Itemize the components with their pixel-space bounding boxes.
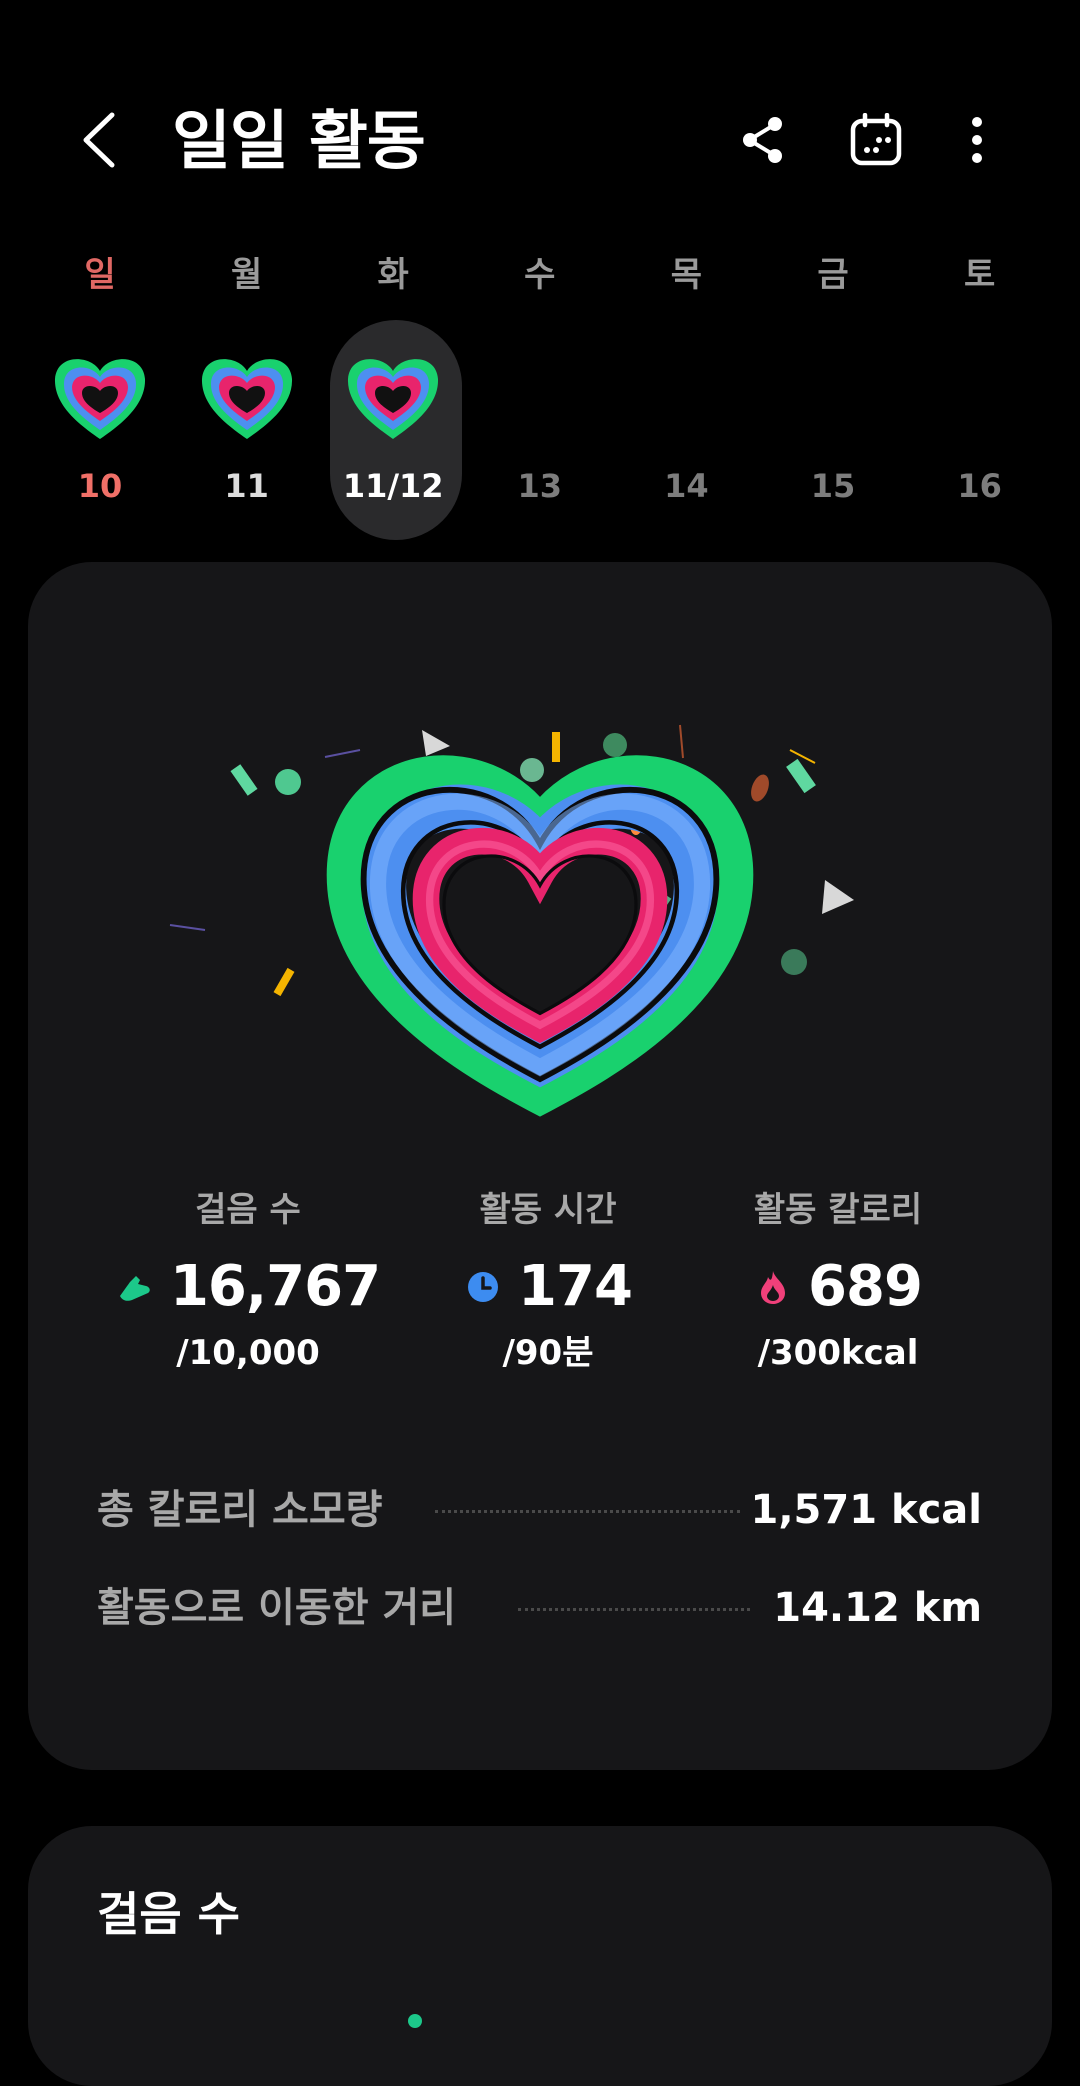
share-icon — [743, 117, 782, 163]
day-activity-heart-icon — [47, 349, 153, 447]
dotted-leader — [435, 1510, 740, 1513]
total-calories-value: 1,571 kcal — [750, 1487, 982, 1533]
more-vert-icon — [972, 117, 982, 163]
day-14[interactable]: 목 14 — [626, 250, 746, 540]
weekday-label: 목 — [670, 255, 703, 295]
share-button[interactable] — [733, 110, 793, 170]
calendar-button[interactable] — [846, 110, 906, 170]
day-date: 13 — [517, 467, 563, 505]
distance-value: 14.12 km — [773, 1585, 982, 1631]
weekday-label: 수 — [524, 255, 556, 295]
steps-chart-marker — [408, 2014, 422, 2028]
weekday-label: 토 — [963, 255, 996, 295]
day-13[interactable]: 수 13 — [480, 250, 600, 540]
stat-value-row: 16,767 — [78, 1252, 418, 1322]
back-button[interactable] — [70, 105, 130, 175]
clock-icon — [464, 1268, 502, 1306]
weekday-label: 화 — [377, 255, 409, 295]
day-15[interactable]: 금 15 — [773, 250, 893, 540]
stat-value: 16,767 — [169, 1254, 381, 1319]
day-10[interactable]: 일 10 — [40, 250, 160, 540]
more-options-button[interactable] — [947, 110, 1007, 170]
day-date: 15 — [810, 467, 856, 505]
shoe-icon — [116, 1268, 154, 1306]
day-date: 14 — [664, 467, 709, 505]
calendar-icon — [850, 113, 902, 166]
weekday-label: 일 — [84, 255, 116, 295]
total-calories-label: 총 칼로리 소모량 — [97, 1487, 383, 1533]
day-date: 10 — [77, 467, 123, 505]
stat-value-row: 174 — [378, 1252, 718, 1322]
day-activity-heart-icon — [194, 349, 300, 447]
stat-value-row: 689 — [668, 1252, 1008, 1322]
day-date: 16 — [957, 467, 1002, 505]
stat-goal: /10,000 — [176, 1333, 320, 1373]
stat-goal: /90분 — [502, 1333, 594, 1373]
weekday-label: 금 — [817, 255, 849, 295]
distance-label: 활동으로 이동한 거리 — [97, 1585, 457, 1631]
back-chevron-icon — [83, 112, 115, 168]
stat-goal: /300kcal — [757, 1333, 919, 1373]
day-activity-heart-icon — [340, 349, 446, 447]
dotted-leader — [518, 1608, 750, 1611]
day-16[interactable]: 토 16 — [920, 250, 1040, 540]
weekday-label: 월 — [230, 255, 263, 295]
stat-label: 걸음 수 — [195, 1190, 301, 1230]
steps-card-title: 걸음 수 — [97, 1887, 240, 1941]
activity-rings-heart-icon — [169, 724, 854, 1120]
page-title: 일일 활동 — [172, 105, 426, 179]
flame-icon — [754, 1268, 792, 1306]
stat-value: 689 — [808, 1254, 923, 1319]
stat-label: 활동 시간 — [479, 1190, 617, 1230]
stat-label: 활동 칼로리 — [753, 1190, 923, 1230]
day-date: 11 — [224, 467, 269, 505]
day-11-12[interactable]: 화 11/12 — [333, 250, 453, 540]
day-11[interactable]: 월 11 — [187, 250, 307, 540]
stat-value: 174 — [518, 1254, 633, 1319]
day-date: 11/12 — [342, 467, 444, 505]
steps-card[interactable] — [28, 1826, 1052, 2086]
